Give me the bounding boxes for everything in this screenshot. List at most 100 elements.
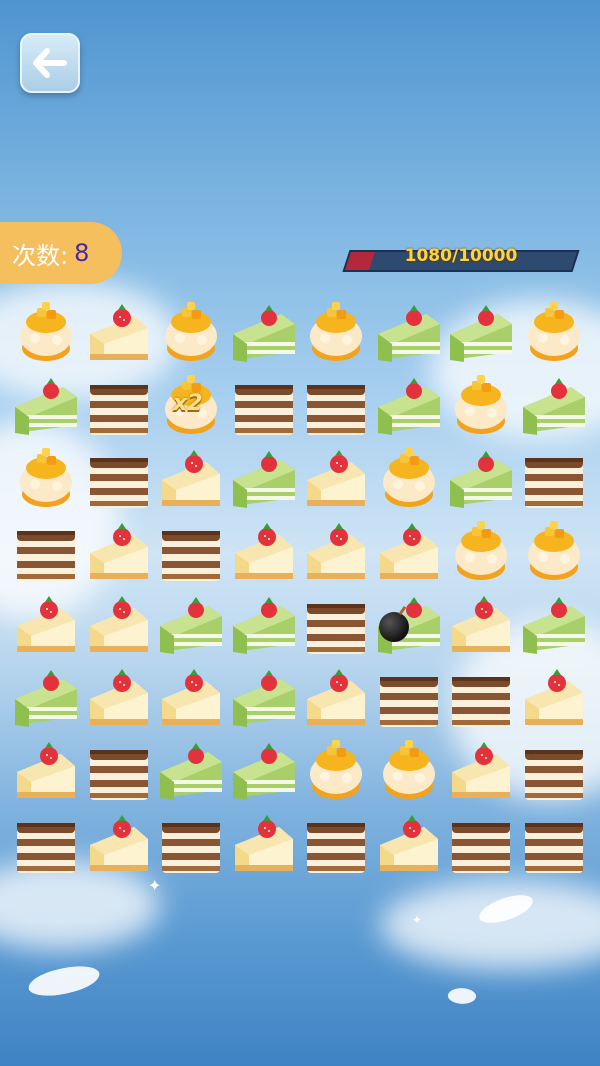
- tiramisu-dessert-icon: [162, 822, 221, 873]
- mango-tile[interactable]: [300, 296, 373, 369]
- mango-tile[interactable]: x2: [155, 369, 228, 442]
- mango-dessert-icon: [527, 301, 580, 361]
- cheesecake-dessert-icon: [162, 668, 221, 725]
- cheesecake-tile[interactable]: [445, 734, 518, 807]
- mango-dessert-icon: [20, 447, 73, 507]
- matcha-dessert-icon: [160, 742, 223, 800]
- mango-tile[interactable]: [373, 734, 446, 807]
- mango-tile[interactable]: [518, 296, 591, 369]
- matcha-tile[interactable]: [228, 734, 301, 807]
- matcha-tile[interactable]: [228, 661, 301, 734]
- petal-decoration: [446, 985, 478, 1007]
- cheesecake-tile[interactable]: [155, 661, 228, 734]
- matcha-tile[interactable]: [10, 369, 83, 442]
- matcha-tile[interactable]: [10, 661, 83, 734]
- tiramisu-dessert-icon: [524, 749, 583, 800]
- cheesecake-tile[interactable]: [300, 661, 373, 734]
- mango-tile[interactable]: [300, 734, 373, 807]
- cheesecake-tile[interactable]: [373, 807, 446, 880]
- tiramisu-tile[interactable]: [300, 369, 373, 442]
- cheesecake-tile[interactable]: [445, 588, 518, 661]
- tiramisu-tile[interactable]: [83, 442, 156, 515]
- tiramisu-tile[interactable]: [518, 734, 591, 807]
- cheesecake-tile[interactable]: [373, 515, 446, 588]
- matcha-tile[interactable]: [228, 442, 301, 515]
- mango-dessert-icon: [20, 301, 73, 361]
- cheesecake-dessert-icon: [379, 522, 438, 579]
- cheesecake-tile[interactable]: [83, 515, 156, 588]
- mango-dessert-icon: [382, 739, 435, 799]
- tiramisu-tile[interactable]: [373, 661, 446, 734]
- petal-decoration: [26, 963, 102, 999]
- tiramisu-tile[interactable]: [228, 369, 301, 442]
- cheesecake-tile[interactable]: [300, 442, 373, 515]
- tiramisu-tile[interactable]: [83, 369, 156, 442]
- tiramisu-tile[interactable]: [445, 807, 518, 880]
- tiramisu-tile[interactable]: [83, 734, 156, 807]
- tiramisu-tile[interactable]: [10, 807, 83, 880]
- cheesecake-tile[interactable]: [83, 296, 156, 369]
- tiramisu-dessert-icon: [89, 384, 148, 435]
- mango-tile[interactable]: [10, 296, 83, 369]
- mango-dessert-icon: [455, 374, 508, 434]
- mango-tile[interactable]: [518, 515, 591, 588]
- mango-tile[interactable]: [445, 369, 518, 442]
- tiramisu-tile[interactable]: [518, 442, 591, 515]
- cheesecake-tile[interactable]: [83, 661, 156, 734]
- tiramisu-dessert-icon: [307, 384, 366, 435]
- tiramisu-dessert-icon: [379, 676, 438, 727]
- game-board: x2: [10, 296, 590, 880]
- mango-tile[interactable]: [155, 296, 228, 369]
- matcha-tile[interactable]: [155, 734, 228, 807]
- matcha-tile[interactable]: [445, 296, 518, 369]
- tiramisu-dessert-icon: [17, 822, 76, 873]
- tiramisu-tile[interactable]: [10, 515, 83, 588]
- tiramisu-tile[interactable]: [300, 807, 373, 880]
- matcha-dessert-icon: [450, 450, 513, 508]
- cheesecake-tile[interactable]: [83, 807, 156, 880]
- mango-tile[interactable]: [373, 442, 446, 515]
- cheesecake-tile[interactable]: [155, 442, 228, 515]
- tiramisu-tile[interactable]: [445, 661, 518, 734]
- matcha-tile[interactable]: [518, 369, 591, 442]
- score-current: 1080: [404, 246, 452, 266]
- matcha-tile[interactable]: [155, 588, 228, 661]
- cheesecake-tile[interactable]: [300, 515, 373, 588]
- matcha-tile[interactable]: [373, 369, 446, 442]
- matcha-dessert-icon: [232, 742, 295, 800]
- matcha-dessert-icon: [232, 596, 295, 654]
- matcha-dessert-icon: [15, 377, 78, 435]
- matcha-tile[interactable]: [445, 442, 518, 515]
- tiramisu-tile[interactable]: [155, 515, 228, 588]
- cheesecake-dessert-icon: [307, 449, 366, 506]
- mango-tile[interactable]: [10, 442, 83, 515]
- tiramisu-tile[interactable]: [518, 807, 591, 880]
- tiramisu-dessert-icon: [452, 822, 511, 873]
- matcha-dessert-icon: [450, 304, 513, 362]
- cheesecake-dessert-icon: [89, 814, 148, 871]
- cheesecake-tile[interactable]: [228, 807, 301, 880]
- cheesecake-tile[interactable]: [10, 588, 83, 661]
- tiramisu-dessert-icon: [524, 457, 583, 508]
- matcha-tile[interactable]: [373, 296, 446, 369]
- sparkle-icon: ✦: [412, 913, 423, 927]
- matcha-dessert-icon: [522, 377, 585, 435]
- matcha-tile[interactable]: [518, 588, 591, 661]
- back-button[interactable]: [20, 33, 80, 93]
- tiramisu-dessert-icon: [307, 822, 366, 873]
- tiramisu-tile[interactable]: [300, 588, 373, 661]
- cheesecake-tile[interactable]: [228, 515, 301, 588]
- matcha-tile[interactable]: [228, 296, 301, 369]
- tiramisu-dessert-icon: [307, 603, 366, 654]
- matcha-tile[interactable]: [373, 588, 446, 661]
- tiramisu-tile[interactable]: [155, 807, 228, 880]
- arrow-left-icon: [33, 48, 67, 78]
- matcha-dessert-icon: [232, 450, 295, 508]
- mango-tile[interactable]: [445, 515, 518, 588]
- matcha-tile[interactable]: [228, 588, 301, 661]
- moves-label: 次数:: [12, 241, 69, 270]
- cheesecake-tile[interactable]: [518, 661, 591, 734]
- cheesecake-tile[interactable]: [83, 588, 156, 661]
- cheesecake-tile[interactable]: [10, 734, 83, 807]
- mango-dessert-icon: [165, 301, 218, 361]
